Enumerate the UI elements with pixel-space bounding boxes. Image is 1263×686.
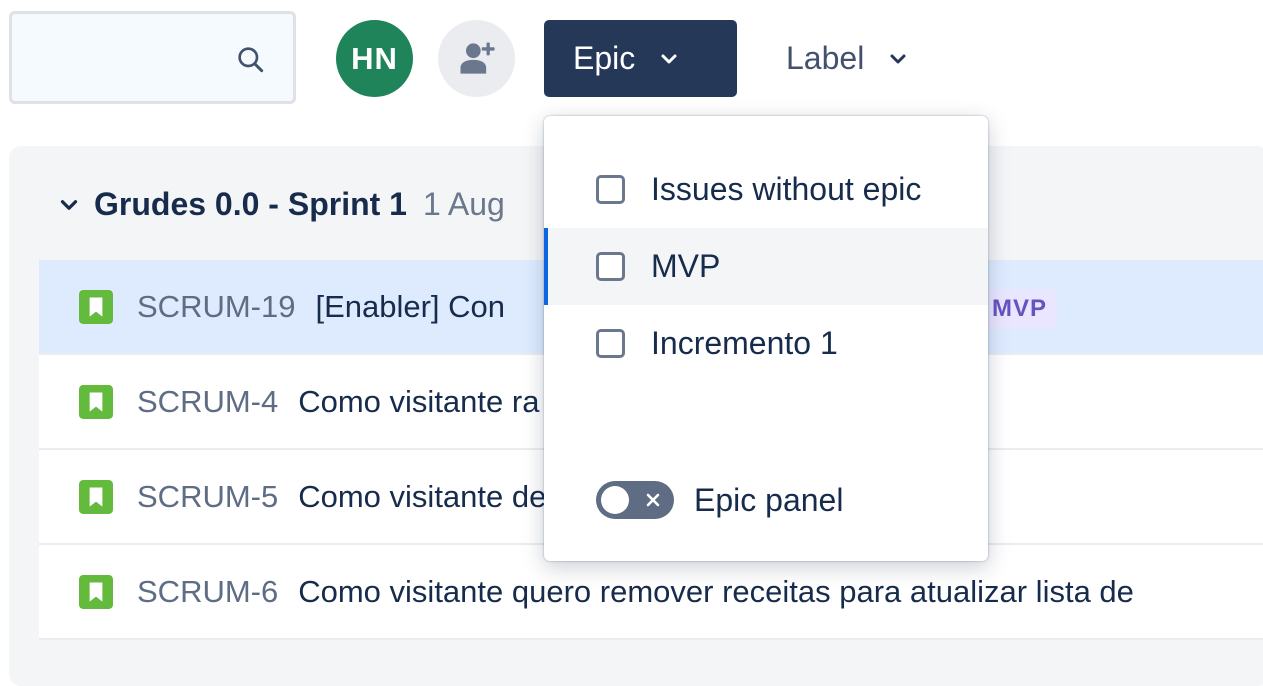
epic-lozenge[interactable]: MVP [982,289,1058,329]
search-icon [238,47,264,73]
epic-panel-toggle[interactable] [596,481,674,519]
epic-filter-dropdown: Issues without epic MVP Incremento 1 Epi… [544,116,988,561]
issue-key[interactable]: SCRUM-19 [137,289,295,325]
add-person-icon [460,42,495,74]
epic-option-incremento-1[interactable]: Incremento 1 [544,305,988,382]
story-icon [79,384,113,419]
option-label: MVP [651,248,721,284]
epic-filter-label: Epic [573,40,636,76]
search-input[interactable] [9,11,296,104]
issue-key[interactable]: SCRUM-6 [137,574,278,610]
checkbox[interactable] [596,252,625,281]
label-filter-label: Label [786,40,865,76]
chevron-down-icon [661,54,677,63]
add-people-button[interactable] [438,20,515,97]
issue-summary: Como visitante quero remover receitas pa… [298,573,1134,609]
sprint-name: Grudes 0.0 - Sprint 1 [94,186,407,222]
story-icon [79,479,113,514]
label-filter-button[interactable]: Label [762,20,930,97]
epic-filter-button[interactable]: Epic [544,20,737,97]
option-label: Incremento 1 [651,325,838,361]
issue-key[interactable]: SCRUM-4 [137,384,278,420]
epic-option-mvp[interactable]: MVP [544,228,988,305]
sprint-dates: 1 Aug [422,186,505,222]
avatar[interactable]: HN [336,20,413,97]
checkbox[interactable] [596,329,625,358]
epic-option-issues-without-epic[interactable]: Issues without epic [544,151,988,228]
checkbox[interactable] [596,175,625,204]
chevron-down-icon [890,54,906,63]
issue-key[interactable]: SCRUM-5 [137,479,278,515]
story-icon [79,574,113,609]
chevron-down-icon [60,199,78,210]
toggle-knob [601,486,629,514]
issue-summary: [Enabler] Con [315,288,506,324]
story-icon [79,289,113,324]
epic-panel-toggle-row[interactable]: Epic panel [596,481,843,519]
option-label: Issues without epic [651,171,922,207]
close-icon [646,493,660,507]
sprint-header[interactable]: Grudes 0.0 - Sprint 1 1 Aug [56,182,505,227]
epic-panel-label: Epic panel [694,481,844,518]
